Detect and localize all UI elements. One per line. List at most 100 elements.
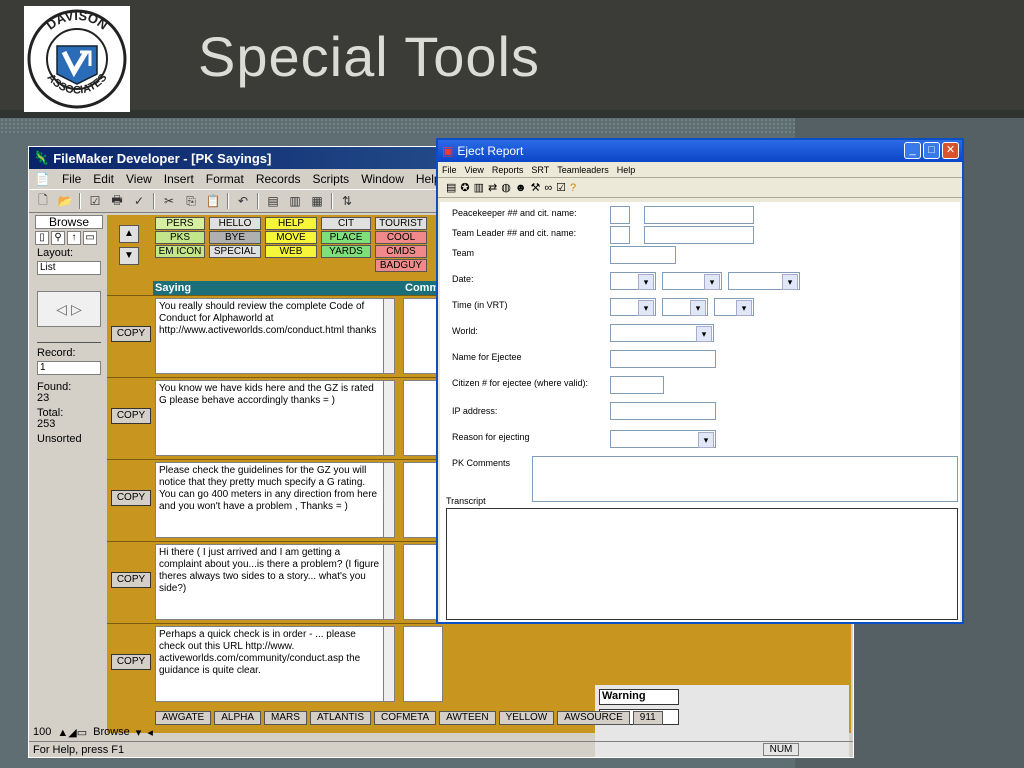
tag-pks[interactable]: PKS bbox=[155, 231, 205, 244]
tag-cool[interactable]: COOL bbox=[375, 231, 427, 244]
copy-button[interactable]: COPY bbox=[111, 654, 151, 670]
eject-menu-reports[interactable]: Reports bbox=[492, 165, 524, 175]
sort-icon[interactable]: ⇅ bbox=[339, 193, 355, 209]
saying-field[interactable]: You really should review the complete Co… bbox=[155, 298, 395, 374]
tag-hello[interactable]: HELLO bbox=[209, 217, 261, 230]
scroll-left-icon[interactable]: ◂ bbox=[147, 726, 153, 739]
report-icon[interactable]: ▤ bbox=[446, 181, 456, 194]
menu-edit[interactable]: Edit bbox=[93, 172, 114, 186]
eject-menu-file[interactable]: File bbox=[442, 165, 457, 175]
new-file-icon[interactable]: 🗋 bbox=[35, 193, 51, 209]
copy-button[interactable]: COPY bbox=[111, 326, 151, 342]
tag-em-icon[interactable]: EM ICON bbox=[155, 245, 205, 258]
previous-arrow-icon[interactable]: ▲ bbox=[119, 225, 139, 243]
spellcheck-icon[interactable]: ✓ bbox=[131, 193, 147, 209]
saying-field[interactable]: Perhaps a quick check is in order - ... … bbox=[155, 626, 395, 702]
scrollbar[interactable] bbox=[383, 381, 394, 455]
ejectee-name-input[interactable] bbox=[610, 350, 716, 368]
time-hour-select[interactable] bbox=[610, 298, 656, 316]
close-icon[interactable]: ✕ bbox=[942, 142, 959, 159]
date-month-select[interactable] bbox=[610, 272, 656, 290]
duplicate-record-icon[interactable]: ▥ bbox=[287, 193, 303, 209]
zoom-icons[interactable]: ▲◢▭ bbox=[57, 726, 87, 739]
swap-icon[interactable]: ⇄ bbox=[488, 181, 497, 194]
transcript-textarea[interactable] bbox=[446, 508, 958, 620]
find-mode-icon[interactable]: ⚲ bbox=[51, 231, 65, 245]
eject-menu-teamleaders[interactable]: Teamleaders bbox=[557, 165, 609, 175]
menu-records[interactable]: Records bbox=[256, 172, 301, 186]
tag-awteen[interactable]: AWTEEN bbox=[439, 711, 496, 725]
tag-awgate[interactable]: AWGATE bbox=[155, 711, 212, 725]
peacekeeper-name-input[interactable] bbox=[644, 206, 754, 224]
teamleader-name-input[interactable] bbox=[644, 226, 754, 244]
menu-window[interactable]: Window bbox=[361, 172, 404, 186]
saying-field[interactable]: You know we have kids here and the GZ is… bbox=[155, 380, 395, 456]
globe-icon[interactable]: ◍ bbox=[501, 181, 511, 194]
preview-mode-icon[interactable]: ▭ bbox=[83, 231, 97, 245]
menu-format[interactable]: Format bbox=[206, 172, 244, 186]
minimize-icon[interactable]: _ bbox=[904, 142, 921, 159]
tag-place[interactable]: PLACE bbox=[321, 231, 371, 244]
tools-icon[interactable]: ⚒ bbox=[530, 181, 540, 194]
copy-icon[interactable]: ⎘ bbox=[183, 193, 199, 209]
scrollbar[interactable] bbox=[383, 627, 394, 701]
chevron-down-icon[interactable]: ▾ bbox=[136, 726, 142, 739]
time-minute-select[interactable] bbox=[662, 298, 708, 316]
record-number-input[interactable]: 1 bbox=[37, 361, 101, 375]
maximize-icon[interactable]: □ bbox=[923, 142, 940, 159]
saying-field[interactable]: Hi there ( I just arrived and I am getti… bbox=[155, 544, 395, 620]
tag-bye[interactable]: BYE bbox=[209, 231, 261, 244]
mode-popup[interactable]: Browse bbox=[93, 726, 130, 738]
tag-atlantis[interactable]: ATLANTIS bbox=[309, 711, 371, 725]
binoculars-icon[interactable]: ∞ bbox=[544, 182, 552, 194]
world-select[interactable] bbox=[610, 324, 714, 342]
new-record-icon[interactable]: ▤ bbox=[265, 193, 281, 209]
tag-web[interactable]: WEB bbox=[265, 245, 317, 258]
eject-titlebar[interactable]: ▣ Eject Report _ □ ✕ bbox=[438, 140, 962, 162]
pk-comments-textarea[interactable] bbox=[532, 456, 958, 502]
scrollbar[interactable] bbox=[383, 463, 394, 537]
copy-button[interactable]: COPY bbox=[111, 572, 151, 588]
tag-911[interactable]: 911 bbox=[632, 711, 663, 725]
browse-mode-icon[interactable]: ▯ bbox=[35, 231, 49, 245]
date-day-select[interactable] bbox=[662, 272, 722, 290]
time-ampm-select[interactable] bbox=[714, 298, 754, 316]
tag-badguy[interactable]: BADGUY bbox=[375, 259, 427, 272]
scrollbar[interactable] bbox=[383, 545, 394, 619]
teamleader-number-input[interactable] bbox=[610, 226, 630, 244]
zoom-level[interactable]: 100 bbox=[33, 726, 51, 738]
reason-select[interactable] bbox=[610, 430, 716, 448]
menu-file[interactable]: File bbox=[62, 172, 81, 186]
comment-field[interactable] bbox=[403, 626, 443, 702]
record-slider[interactable] bbox=[37, 333, 101, 343]
eject-menu-srt[interactable]: SRT bbox=[531, 165, 549, 175]
next-arrow-icon[interactable]: ▼ bbox=[119, 247, 139, 265]
menu-view[interactable]: View bbox=[126, 172, 152, 186]
delete-record-icon[interactable]: ▦ bbox=[309, 193, 325, 209]
tag-move[interactable]: MOVE bbox=[265, 231, 317, 244]
print-icon[interactable]: 🖶 bbox=[109, 193, 125, 209]
eject-menu-view[interactable]: View bbox=[465, 165, 484, 175]
tag-help[interactable]: HELP bbox=[265, 217, 317, 230]
tag-pers[interactable]: PERS bbox=[155, 217, 205, 230]
checklist-icon[interactable]: ☑ bbox=[556, 181, 566, 194]
layout-mode-icon[interactable]: ↑ bbox=[67, 231, 81, 245]
tag-cofmeta[interactable]: COFMETA bbox=[373, 711, 437, 725]
tag-yellow[interactable]: YELLOW bbox=[498, 711, 555, 725]
menu-scripts[interactable]: Scripts bbox=[313, 172, 350, 186]
tag-mars[interactable]: MARS bbox=[264, 711, 307, 725]
tag-cmds[interactable]: CMDS bbox=[375, 245, 427, 258]
scrollbar[interactable] bbox=[383, 299, 394, 373]
help-icon[interactable]: ? bbox=[570, 182, 576, 194]
tag-special[interactable]: SPECIAL bbox=[209, 245, 261, 258]
paste-icon[interactable]: 📋 bbox=[205, 193, 221, 209]
mode-indicator[interactable]: Browse bbox=[35, 215, 103, 229]
team-input[interactable] bbox=[610, 246, 676, 264]
badge-icon[interactable]: ✪ bbox=[460, 181, 469, 194]
tag-cit[interactable]: CIT bbox=[321, 217, 371, 230]
checkbox-icon[interactable]: ☑ bbox=[87, 193, 103, 209]
layout-select[interactable]: List bbox=[37, 261, 101, 275]
users-icon[interactable]: ☻ bbox=[515, 182, 527, 194]
peacekeeper-number-input[interactable] bbox=[610, 206, 630, 224]
tag-yards[interactable]: YARDS bbox=[321, 245, 371, 258]
